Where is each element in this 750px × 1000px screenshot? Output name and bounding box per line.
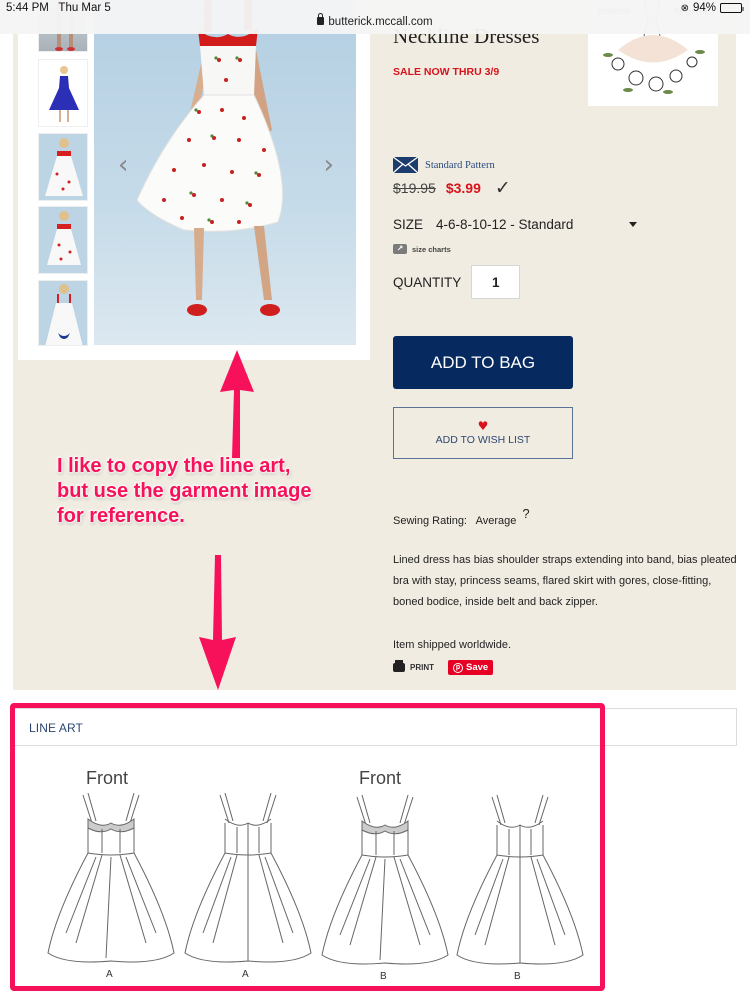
heart-icon: ♥ bbox=[477, 419, 489, 433]
status-date: Thu Mar 5 bbox=[58, 2, 111, 14]
lock-icon bbox=[317, 13, 325, 25]
battery-percent: 94% bbox=[692, 2, 716, 14]
external-link-icon: ↗ bbox=[393, 244, 407, 254]
print-button[interactable]: PRINT bbox=[393, 660, 434, 672]
thumbnail-1[interactable] bbox=[38, 59, 88, 127]
pinterest-save-label: Save bbox=[466, 662, 489, 673]
size-label: SIZE bbox=[393, 217, 424, 232]
annotation-text: I like to copy the line art, but use the… bbox=[57, 455, 312, 527]
status-indicators: ⊗ 94% bbox=[680, 2, 744, 14]
shipping-note: Item shipped worldwide. bbox=[393, 639, 512, 651]
add-to-bag-button[interactable]: ADD TO BAG bbox=[393, 336, 573, 389]
standard-pattern-badge: Standard Pattern bbox=[393, 157, 495, 173]
battery-icon bbox=[720, 3, 744, 13]
checkmark-icon: ✓ bbox=[494, 177, 511, 199]
url-bar[interactable]: butterick.mccall.com bbox=[0, 13, 750, 28]
size-charts-link[interactable]: ↗ size charts bbox=[393, 244, 451, 254]
url-domain: butterick.mccall.com bbox=[328, 16, 433, 28]
size-charts-label: size charts bbox=[412, 244, 451, 254]
size-select[interactable]: 4-6-8-10-12 - Standard bbox=[436, 217, 641, 232]
page: ‹ › Neckline Dresses SALE NOW THRU 3/9 p… bbox=[0, 0, 750, 1000]
sewing-rating-label: Sewing Rating: bbox=[393, 515, 467, 527]
quantity-label: QUANTITY bbox=[393, 274, 462, 290]
size-selected-value: 4-6-8-10-12 - Standard bbox=[436, 217, 574, 232]
pinterest-icon: p bbox=[453, 662, 463, 673]
size-row: SIZE 4-6-8-10-12 - Standard bbox=[393, 217, 641, 232]
thumbnail-2[interactable] bbox=[38, 133, 88, 201]
add-to-wishlist-button[interactable]: ♥ ADD TO WISH LIST bbox=[393, 407, 573, 459]
original-price: $19.95 bbox=[393, 180, 436, 196]
envelope-icon bbox=[393, 157, 418, 173]
gallery-next-arrow-icon[interactable]: › bbox=[324, 150, 334, 180]
thumbnail-4[interactable] bbox=[38, 280, 88, 346]
price-row: $19.95 $3.99 ✓ bbox=[393, 177, 511, 199]
screen-mirroring-icon: ⊗ bbox=[680, 2, 689, 14]
quantity-row: QUANTITY bbox=[393, 265, 521, 299]
thumbnail-3[interactable] bbox=[38, 206, 88, 274]
add-to-bag-label: ADD TO BAG bbox=[430, 352, 536, 372]
sewing-rating-value: Average bbox=[475, 515, 517, 527]
sale-banner: SALE NOW THRU 3/9 bbox=[393, 66, 500, 78]
share-row: PRINT p Save bbox=[393, 660, 494, 675]
product-gallery: ‹ › bbox=[18, 0, 370, 360]
help-question-icon[interactable]: ? bbox=[522, 506, 529, 521]
pinterest-save-button[interactable]: p Save bbox=[448, 660, 494, 675]
main-product-photo[interactable]: ‹ › bbox=[94, 0, 356, 345]
chevron-down-icon bbox=[629, 222, 638, 227]
gallery-prev-arrow-icon[interactable]: ‹ bbox=[118, 150, 128, 180]
status-bar: 5:44 PM Thu Mar 5 ⊗ 94% butterick.mccall… bbox=[0, 0, 750, 34]
print-label: PRINT bbox=[410, 663, 434, 672]
sale-price: $3.99 bbox=[445, 180, 481, 196]
sewing-rating: Sewing Rating: Average ? bbox=[393, 506, 530, 527]
printer-icon bbox=[393, 660, 405, 672]
status-time: 5:44 PM Thu Mar 5 bbox=[6, 2, 111, 14]
annotation-highlight-box bbox=[10, 703, 605, 991]
add-to-wishlist-label: ADD TO WISH LIST bbox=[435, 434, 531, 446]
product-description: Lined dress has bias shoulder straps ext… bbox=[393, 554, 737, 608]
pattern-type-label: Standard Pattern bbox=[425, 159, 495, 171]
quantity-input[interactable] bbox=[471, 265, 521, 299]
